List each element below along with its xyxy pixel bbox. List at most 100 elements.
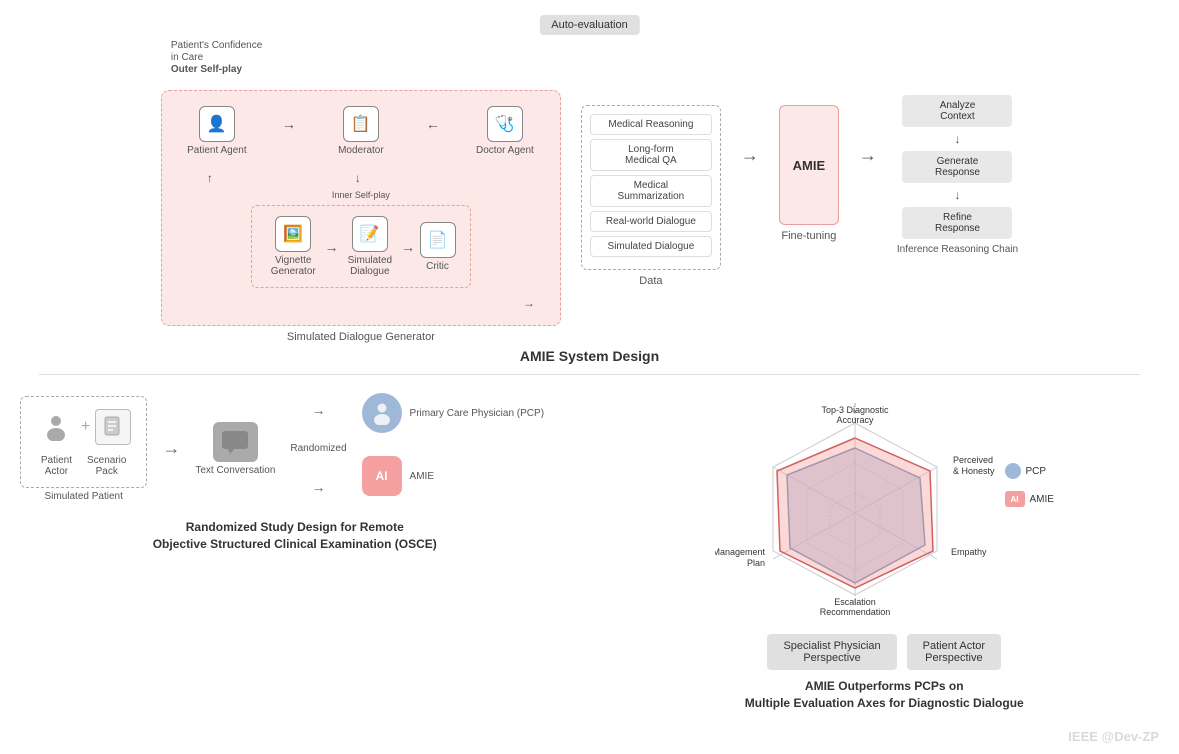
svg-text:Management: Management (715, 547, 765, 557)
arrow-down-moderator: ↓ (355, 171, 361, 185)
legend-amie: AI AMIE (1005, 491, 1054, 507)
arrow-right-1: → (282, 116, 296, 132)
svg-text:& Honesty: & Honesty (953, 466, 995, 476)
outer-selfplay-label: Patient's Confidencein CareOuter Self-pl… (171, 40, 262, 76)
outer-selfplay-box: 👤 Patient Agent → 📋 Moderator ← (161, 90, 561, 326)
amie-section: AMIE Fine-tuning (779, 105, 839, 242)
svg-text:Accuracy: Accuracy (836, 415, 874, 425)
chat-block: Text Conversation (195, 422, 275, 476)
arrow-to-amie: → (741, 145, 759, 166)
critic-label: Critic (415, 261, 460, 272)
inference-chain: AnalyzeContext ↓ GenerateResponse ↓ Refi… (897, 95, 1017, 239)
amie-bottom-block: AI AMIE (362, 456, 434, 496)
amie-ai-avatar: AI (362, 456, 402, 496)
amie-system-design-title: AMIE System Design (520, 348, 659, 364)
data-box: Medical Reasoning Long-formMedical QA Me… (581, 105, 721, 270)
pcp-label: Primary Care Physician (PCP) (410, 408, 544, 419)
radar-chart: Top-3 Diagnostic Accuracy Perceived Open… (715, 383, 995, 623)
doctor-agent-label: Doctor Agent (465, 145, 545, 156)
data-item-1: Long-formMedical QA (590, 139, 712, 171)
patient-agent-label: Patient Agent (177, 145, 257, 156)
osce-title: Randomized Study Design for Remote Objec… (10, 519, 580, 553)
inference-reasoning-label: Inference Reasoning Chain (897, 244, 1018, 255)
vignette-block: 🖼️ VignetteGenerator (262, 216, 325, 277)
patient-actor-button[interactable]: Patient ActorPerspective (907, 634, 1001, 670)
pcp-amie-blocks: Primary Care Physician (PCP) AI AMIE (362, 393, 544, 504)
patient-actor-icon (36, 407, 76, 447)
scenario-pack-label: ScenarioPack (87, 455, 126, 477)
arrow-right-inner: → (325, 239, 339, 255)
data-section: Medical Reasoning Long-formMedical QA Me… (581, 105, 721, 287)
simulated-patient-wrapper: + PatientActor ScenarioPack Simulated Pa… (20, 396, 147, 502)
legend-amie-label: AMIE (1030, 494, 1054, 505)
chat-icon (213, 422, 258, 462)
inner-selfplay-box: 🖼️ VignetteGenerator → 📝 SimulatedDialog… (251, 205, 471, 288)
svg-text:Plan: Plan (747, 558, 765, 568)
data-item-3: Real-world Dialogue (590, 211, 712, 232)
inference-arrow-2: ↓ (954, 188, 960, 202)
arrow-up-patient: ↑ (207, 171, 213, 185)
svg-text:Empathy: Empathy (951, 547, 987, 557)
randomized-block: → Randomized → (290, 402, 346, 495)
arrow-to-inference: → (859, 145, 877, 166)
section-divider (39, 374, 1140, 375)
patient-agent-icon: 👤 (199, 106, 235, 142)
inner-box-wrapper: Inner Self-play 🖼️ VignetteGenerator → 📝 (251, 190, 471, 288)
svg-text:Perceived Openness: Perceived Openness (953, 455, 995, 465)
simulated-dialogue-block: 📝 SimulatedDialogue (339, 216, 402, 277)
legend-pcp: PCP (1005, 463, 1054, 479)
analyze-context-box: AnalyzeContext (902, 95, 1012, 127)
amie-bottom-label: AMIE (410, 471, 434, 482)
refine-response-box: RefineResponse (902, 207, 1012, 239)
arrow-to-pcp: → (311, 402, 325, 418)
specialist-physician-button[interactable]: Specialist PhysicianPerspective (767, 634, 896, 670)
arrow-osce-1: → (162, 438, 180, 459)
legend-pcp-dot (1005, 463, 1021, 479)
watermark: IEEE @Dev-ZP (1068, 729, 1159, 744)
data-item-4: Simulated Dialogue (590, 236, 712, 257)
moderator-label: Moderator (321, 145, 401, 156)
fine-tuning-label: Fine-tuning (781, 230, 836, 242)
patient-agent-block: 👤 Patient Agent (177, 106, 257, 156)
inner-selfplay-label: Inner Self-play (251, 190, 471, 200)
svg-text:Top-3 Diagnostic: Top-3 Diagnostic (821, 405, 889, 415)
text-conversation-label: Text Conversation (195, 465, 275, 476)
long-arrow-right: → (523, 296, 535, 310)
randomized-label: Randomized (290, 443, 346, 454)
bottom-buttons: Specialist PhysicianPerspective Patient … (600, 634, 1170, 670)
doctor-agent-block: 🩺 Doctor Agent (465, 106, 545, 156)
bottom-section: + PatientActor ScenarioPack Simulated Pa… (10, 383, 1169, 712)
simulated-dialogue-label: SimulatedDialogue (339, 255, 402, 277)
critic-icon: 📄 (420, 222, 456, 258)
vignette-icon: 🖼️ (275, 216, 311, 252)
inference-arrow-1: ↓ (954, 132, 960, 146)
patient-icons: + (36, 407, 131, 447)
arrow-left-1: ← (426, 116, 440, 132)
data-label: Data (639, 275, 662, 287)
inference-section: AnalyzeContext ↓ GenerateResponse ↓ Refi… (897, 95, 1018, 255)
osce-section: + PatientActor ScenarioPack Simulated Pa… (10, 383, 580, 712)
data-item-2: MedicalSummarization (590, 175, 712, 207)
patient-actor-label: PatientActor (41, 455, 72, 477)
vignette-label: VignetteGenerator (262, 255, 325, 277)
auto-eval-box: Auto-evaluation (539, 15, 639, 35)
moderator-icon: 📋 (343, 106, 379, 142)
top-agents-row: 👤 Patient Agent → 📋 Moderator ← (177, 106, 545, 156)
amie-box: AMIE (779, 105, 839, 225)
simulated-patient-box: + PatientActor ScenarioPack (20, 396, 147, 488)
simulated-patient-label: Simulated Patient (44, 491, 122, 502)
radar-legend: PCP AI AMIE (1005, 463, 1054, 511)
data-item-0: Medical Reasoning (590, 114, 712, 135)
svg-text:Escalation: Escalation (834, 597, 876, 607)
radar-section: Top-3 Diagnostic Accuracy Perceived Open… (600, 383, 1170, 712)
moderator-block: 📋 Moderator (321, 106, 401, 156)
main-container: Auto-evaluation Patient's Confidencein C… (0, 0, 1179, 754)
simulated-dialogue-generator-label: Simulated Dialogue Generator (161, 331, 561, 343)
diagram-area: Patient's Confidencein CareOuter Self-pl… (10, 55, 1169, 343)
radar-chart-wrapper: Top-3 Diagnostic Accuracy Perceived Open… (715, 383, 995, 626)
arrow-to-amie-bottom: → (311, 479, 325, 495)
svg-text:Recommendation: Recommendation (819, 607, 890, 617)
legend-amie-dot: AI (1005, 491, 1025, 507)
plus-sign: + (81, 418, 90, 436)
top-section: Auto-evaluation Patient's Confidencein C… (10, 10, 1169, 364)
